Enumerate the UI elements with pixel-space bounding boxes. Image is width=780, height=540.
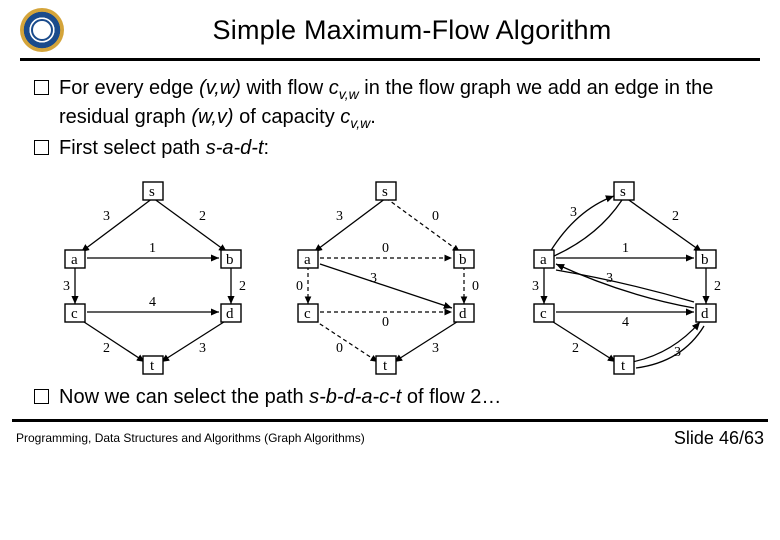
svg-text:0: 0 [296,279,303,294]
graph-flow: 3 2 1 3 2 4 2 3 s a b c d t [41,170,266,380]
footer: Programming, Data Structures and Algorit… [0,422,780,449]
svg-text:2: 2 [672,209,679,224]
svg-text:0: 0 [432,209,439,224]
body: For every edge (v,w) with flow cv,w in t… [0,61,780,162]
svg-text:s: s [149,184,155,200]
svg-text:0: 0 [382,315,389,330]
svg-text:a: a [540,252,547,268]
svg-text:b: b [226,252,234,268]
body-lower: Now we can select the path s-b-d-a-c-t o… [0,380,780,411]
svg-text:0: 0 [472,279,479,294]
svg-text:4: 4 [622,315,629,330]
edge-sa: 3 [103,209,110,224]
svg-text:3: 3 [370,271,377,286]
graph-residual-dashed: 3 0 0 0 3 0 0 0 3 s a b c d t [274,170,499,380]
svg-text:d: d [701,306,709,322]
svg-text:s: s [620,184,626,200]
slide-title: Simple Maximum-Flow Algorithm [64,15,760,46]
svg-text:3: 3 [432,341,439,356]
svg-text:a: a [71,252,78,268]
bullet-square-icon [34,389,49,404]
footer-right: Slide 46/63 [674,428,764,449]
header: Simple Maximum-Flow Algorithm [0,0,780,56]
edge-ab: 1 [149,241,156,256]
svg-text:2: 2 [714,279,721,294]
svg-text:c: c [71,306,78,322]
svg-text:3: 3 [336,209,343,224]
svg-text:d: d [226,306,234,322]
edge-dt: 3 [199,341,206,356]
svg-text:0: 0 [382,241,389,256]
bullet-2: First select path s-a-d-t: [34,135,746,162]
logo-seal-icon [20,8,64,52]
bullet-square-icon [34,140,49,155]
graph-residual-back: 3 2 1 3 3 2 4 2 3 s a b c d t [506,170,746,380]
svg-text:c: c [540,306,547,322]
graphs-row: 3 2 1 3 2 4 2 3 s a b c d t 3 [0,164,780,380]
svg-text:3: 3 [532,279,539,294]
bullet-3: Now we can select the path s-b-d-a-c-t o… [34,384,746,411]
footer-left: Programming, Data Structures and Algorit… [16,431,365,445]
slide: Simple Maximum-Flow Algorithm For every … [0,0,780,540]
svg-text:1: 1 [622,241,629,256]
bullet-3-text: Now we can select the path s-b-d-a-c-t o… [59,384,501,411]
edge-ac: 3 [63,279,70,294]
svg-text:c: c [304,306,311,322]
edge-ct: 2 [103,341,110,356]
svg-text:a: a [304,252,311,268]
svg-text:s: s [382,184,388,200]
svg-text:d: d [459,306,467,322]
svg-text:b: b [459,252,467,268]
bullet-2-text: First select path s-a-d-t: [59,135,269,162]
svg-text:0: 0 [336,341,343,356]
svg-text:3: 3 [674,345,681,360]
bullet-1-text: For every edge (v,w) with flow cv,w in t… [59,75,746,133]
bullet-1: For every edge (v,w) with flow cv,w in t… [34,75,746,133]
edge-sb: 2 [199,209,206,224]
bullet-square-icon [34,80,49,95]
svg-text:3: 3 [606,271,613,286]
edge-cd: 4 [149,295,156,310]
edge-bd: 2 [239,279,246,294]
svg-text:b: b [701,252,709,268]
svg-text:2: 2 [572,341,579,356]
svg-text:3: 3 [570,205,577,220]
